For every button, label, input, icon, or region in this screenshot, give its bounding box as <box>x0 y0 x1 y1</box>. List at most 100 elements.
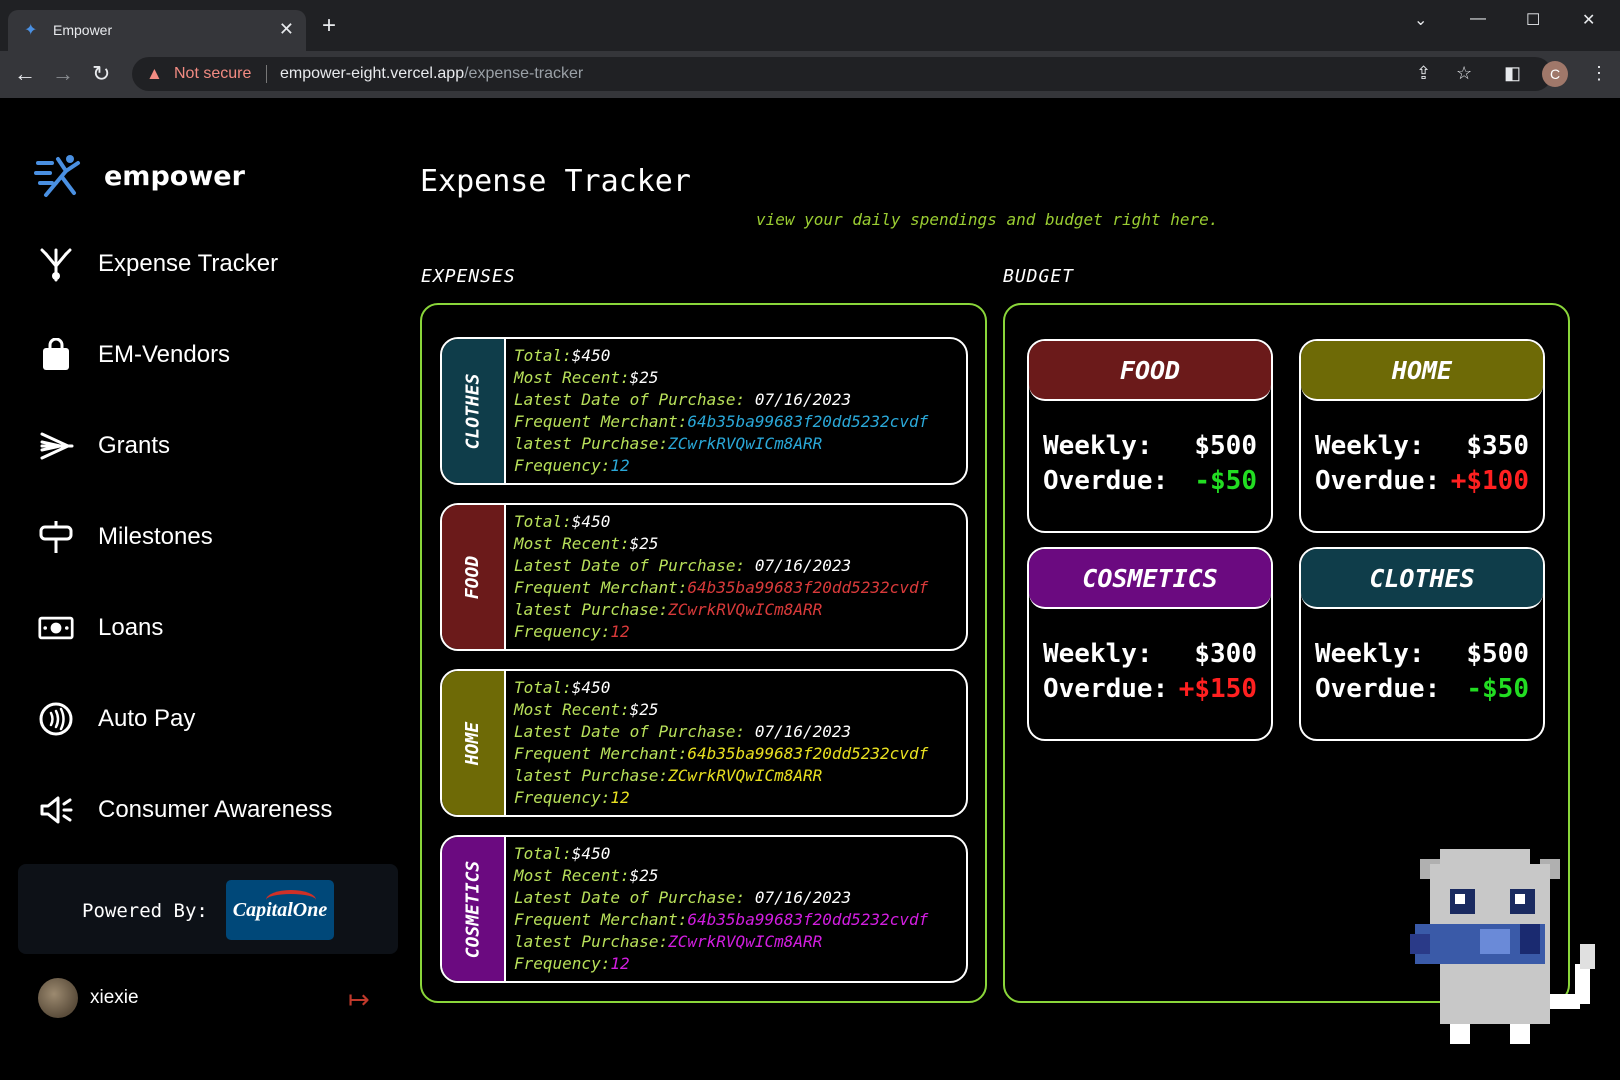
latest-date-label: Latest Date of Purchase: <box>514 722 755 741</box>
expense-card-home[interactable]: HOME Total:$450 Most Recent:$25 Latest Date… <box>440 669 968 817</box>
expense-merchant-row: Frequent Merchant:64b35ba99683f20dd5232c… <box>514 909 928 931</box>
close-tab-icon[interactable]: ✕ <box>279 19 294 40</box>
bookmark-star-icon[interactable]: ☆ <box>1456 63 1472 84</box>
merchant-value: 64b35ba99683f20dd5232cvdf <box>687 412 929 431</box>
sidebar-item-em-vendors[interactable]: EM-Vendors <box>38 337 230 373</box>
most-recent-label: Most Recent: <box>514 368 630 387</box>
pixel-cat-mascot-icon <box>1410 849 1595 1044</box>
sidebar-item-label: Grants <box>98 432 171 459</box>
new-tab-icon[interactable]: + <box>322 14 336 38</box>
minimize-icon[interactable]: — <box>1470 10 1486 28</box>
expense-total-row: Total:$450 <box>514 345 928 367</box>
budget-card-cosmetics[interactable]: COSMETICS Weekly: $300 Overdue: +$150 <box>1027 547 1273 741</box>
sidebar-item-loans[interactable]: Loans <box>38 610 163 646</box>
sidebar-item-milestones[interactable]: Milestones <box>38 519 213 555</box>
profile-avatar[interactable]: C <box>1542 61 1568 87</box>
browser-toolbar: ← → ↻ ▲ Not secure empower-eight.vercel.… <box>0 51 1620 99</box>
signpost-icon <box>38 519 74 555</box>
latest-purchase-label: latest Purchase: <box>514 766 669 785</box>
tab-search-icon[interactable]: ⌄ <box>1414 10 1427 30</box>
merchant-value: 64b35ba99683f20dd5232cvdf <box>687 578 929 597</box>
back-icon[interactable]: ← <box>14 62 36 86</box>
avatar <box>38 978 78 1018</box>
total-value: $450 <box>571 678 611 697</box>
expense-latest-purchase-row: latest Purchase:ZCwrkRVQwICm8ARR <box>514 599 928 621</box>
budget-category-header: HOME <box>1301 341 1543 401</box>
latest-purchase-label: latest Purchase: <box>514 600 669 619</box>
expense-category-label: COSMETICS <box>462 860 484 958</box>
expense-details: Total:$450 Most Recent:$25 Latest Date of … <box>506 505 928 649</box>
expense-total-row: Total:$450 <box>514 511 928 533</box>
sidebar-item-grants[interactable]: Grants <box>38 428 170 464</box>
sidebar-item-consumer-awareness[interactable]: Consumer Awareness <box>38 792 332 828</box>
budget-card-food[interactable]: FOOD Weekly: $500 Overdue: -$50 <box>1027 339 1273 533</box>
total-label: Total: <box>514 512 572 531</box>
reload-icon[interactable]: ↻ <box>92 62 110 86</box>
weekly-label: Weekly: <box>1043 639 1153 669</box>
total-label: Total: <box>514 844 572 863</box>
budget-card-clothes[interactable]: CLOTHES Weekly: $500 Overdue: -$50 <box>1299 547 1545 741</box>
most-recent-value: $25 <box>629 866 659 885</box>
expense-card-food[interactable]: FOOD Total:$450 Most Recent:$25 Latest Date… <box>440 503 968 651</box>
maximize-icon[interactable]: ☐ <box>1526 10 1540 30</box>
page-title: Expense Tracker <box>420 164 691 199</box>
tab-title: Empower <box>53 22 113 38</box>
expense-frequency-row: Frequency:12 <box>514 787 928 809</box>
browser-tab[interactable]: ✦ Empower ✕ <box>8 10 306 51</box>
sidebar-item-auto-pay[interactable]: Auto Pay <box>38 701 195 737</box>
user-profile[interactable]: xiexie <box>38 978 139 1018</box>
overdue-label: Overdue: <box>1043 466 1169 496</box>
budget-weekly-row: Weekly: $300 <box>1043 639 1257 669</box>
url-path: /expense-tracker <box>464 65 584 82</box>
latest-purchase-value: ZCwrkRVQwICm8ARR <box>668 766 823 785</box>
expense-most-recent-row: Most Recent:$25 <box>514 699 928 721</box>
url-host: empower-eight.vercel.app <box>280 65 465 82</box>
latest-purchase-label: latest Purchase: <box>514 932 669 951</box>
forward-icon[interactable]: → <box>52 62 74 86</box>
expense-total-row: Total:$450 <box>514 677 928 699</box>
megaphone-icon <box>38 792 74 828</box>
most-recent-label: Most Recent: <box>514 700 630 719</box>
expense-card-clothes[interactable]: CLOTHES Total:$450 Most Recent:$25 Latest D… <box>440 337 968 485</box>
shopping-bag-icon <box>38 337 74 373</box>
expense-latest-purchase-row: latest Purchase:ZCwrkRVQwICm8ARR <box>514 931 928 953</box>
url-text[interactable]: empower-eight.vercel.app/expense-tracker <box>280 65 583 83</box>
latest-date-label: Latest Date of Purchase: <box>514 390 755 409</box>
side-panel-icon[interactable]: ◧ <box>1504 63 1521 84</box>
sidebar-item-label: Expense Tracker <box>98 250 279 277</box>
address-bar[interactable]: ▲ Not secure empower-eight.vercel.app/ex… <box>132 57 1552 91</box>
weekly-value: $500 <box>1466 639 1529 669</box>
latest-date-value: 07/16/2023 <box>754 722 852 741</box>
total-label: Total: <box>514 678 572 697</box>
budget-overdue-row: Overdue: +$100 <box>1315 466 1529 496</box>
security-label[interactable]: Not secure <box>174 65 251 83</box>
sidebar-item-label: EM-Vendors <box>98 341 231 368</box>
tree-icon <box>38 246 74 282</box>
omnibox-divider <box>266 65 267 83</box>
latest-date-value: 07/16/2023 <box>754 556 852 575</box>
logo-swoosh <box>266 890 316 910</box>
budget-category-label: COSMETICS <box>1082 563 1218 593</box>
brand[interactable]: empower <box>34 153 245 199</box>
expense-card-cosmetics[interactable]: COSMETICS Total:$450 Most Recent:$25 Latest… <box>440 835 968 983</box>
overdue-value: -$50 <box>1466 674 1529 704</box>
latest-purchase-value: ZCwrkRVQwICm8ARR <box>668 932 823 951</box>
window-close-icon[interactable]: ✕ <box>1582 10 1595 30</box>
sidebar-item-expense-tracker[interactable]: Expense Tracker <box>38 246 278 282</box>
logout-icon[interactable]: ↦ <box>348 984 370 1015</box>
share-icon[interactable]: ⇪ <box>1416 63 1431 84</box>
expense-latest-date-row: Latest Date of Purchase: 07/16/2023 <box>514 887 928 909</box>
capital-one-logo[interactable]: CapitalOne <box>226 880 334 940</box>
overdue-label: Overdue: <box>1315 466 1441 496</box>
menu-kebab-icon[interactable]: ⋮ <box>1590 63 1608 84</box>
overdue-value: +$150 <box>1178 674 1257 704</box>
sidebar-item-label: Auto Pay <box>98 705 196 732</box>
overdue-label: Overdue: <box>1315 674 1441 704</box>
total-value: $450 <box>571 512 611 531</box>
latest-date-value: 07/16/2023 <box>754 888 852 907</box>
expense-details: Total:$450 Most Recent:$25 Latest Date of … <box>506 339 928 483</box>
budget-card-home[interactable]: HOME Weekly: $350 Overdue: +$100 <box>1299 339 1545 533</box>
expense-category-tag: CLOTHES <box>442 339 506 483</box>
budget-category-label: FOOD <box>1119 355 1181 385</box>
budget-overdue-row: Overdue: +$150 <box>1043 674 1257 704</box>
